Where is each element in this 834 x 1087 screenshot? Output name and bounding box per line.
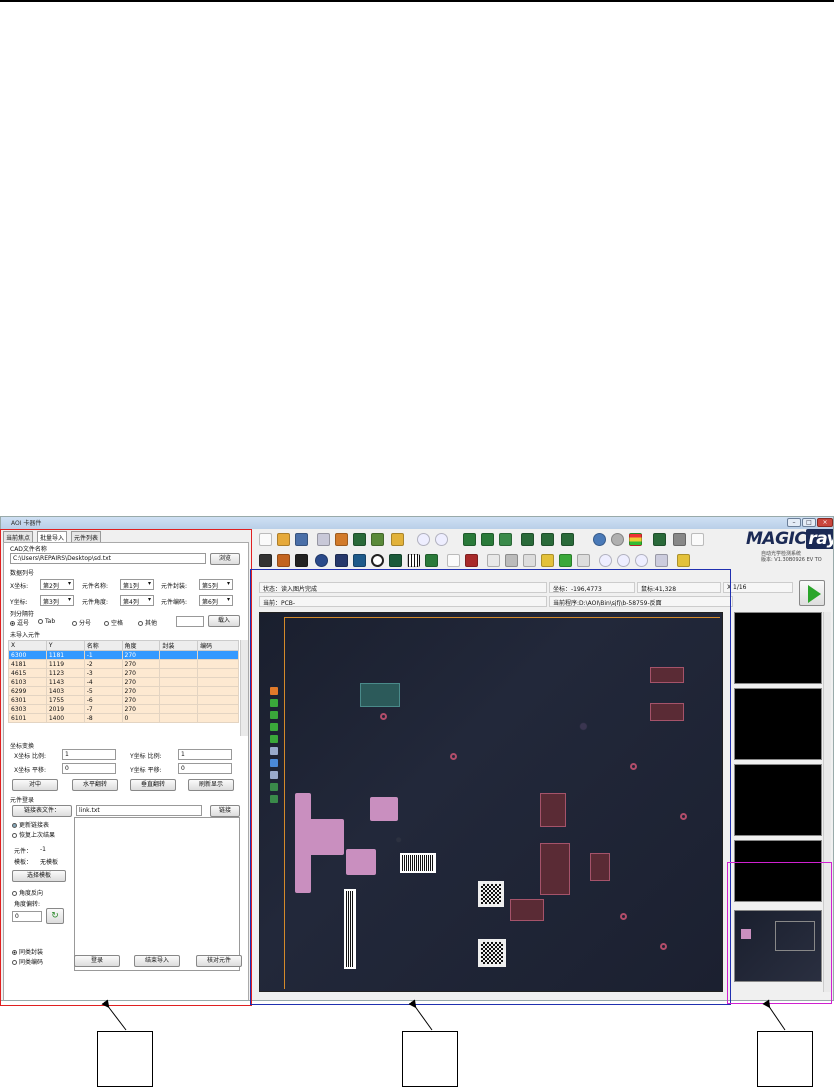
arrow (408, 999, 433, 1031)
arrow (101, 999, 127, 1031)
arrow (762, 999, 786, 1031)
callout-box (757, 1031, 813, 1087)
callout-box (97, 1031, 153, 1087)
callout-arrows (101, 999, 786, 1031)
callout-box (402, 1031, 458, 1087)
